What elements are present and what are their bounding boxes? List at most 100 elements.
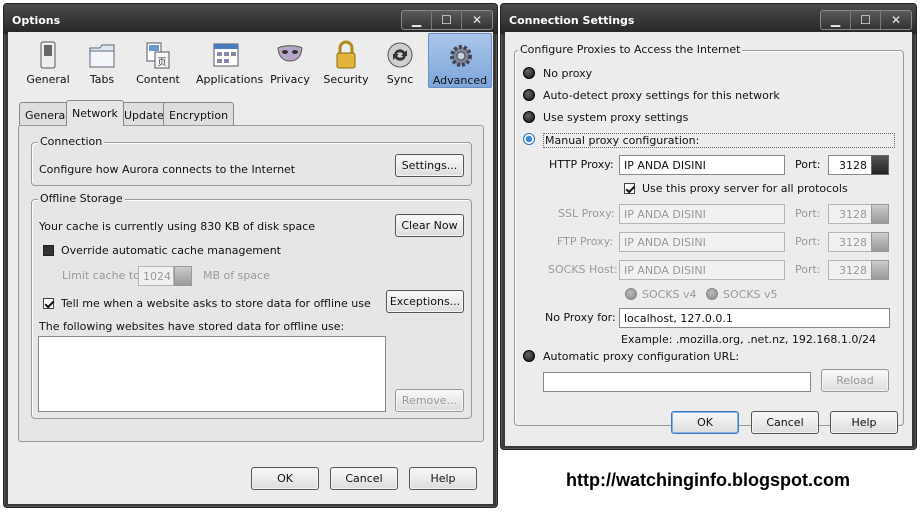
no-proxy-radio[interactable]: [523, 67, 535, 79]
switch-icon: [40, 41, 56, 69]
ssl-proxy-label: SSL Proxy:: [558, 207, 615, 220]
tell-me-checkbox[interactable]: [43, 298, 54, 309]
connection-text: Configure how Aurora connects to the Int…: [39, 163, 296, 176]
conn-ok-button[interactable]: OK: [671, 411, 739, 434]
manual-proxy-radio[interactable]: [523, 133, 535, 145]
override-cache-checkbox[interactable]: [43, 245, 54, 256]
exceptions-button[interactable]: Exceptions...: [386, 290, 464, 313]
socks-port-field[interactable]: 3128: [828, 260, 872, 280]
socks-host-label: SOCKS Host:: [548, 263, 618, 276]
options-window: Options ▁ ☐ ✕ General Tabs 页 Content App…: [3, 3, 498, 508]
auto-config-url-label: Automatic proxy configuration URL:: [543, 350, 740, 363]
cache-limit-field[interactable]: 1024: [138, 266, 174, 286]
ssl-port-label: Port:: [795, 207, 821, 220]
offline-storage-group: Offline Storage Your cache is currently …: [31, 192, 472, 419]
options-cancel-button[interactable]: Cancel: [330, 467, 398, 490]
folder-tabs-icon: [89, 44, 115, 68]
cache-usage-text: Your cache is currently using 830 KB of …: [39, 220, 316, 233]
category-tabs[interactable]: Tabs: [72, 38, 132, 88]
maximize-button[interactable]: ☐: [851, 11, 881, 29]
socks-v5-radio[interactable]: [706, 288, 718, 300]
tab-encryption[interactable]: Encryption: [163, 102, 235, 126]
no-proxy-for-field[interactable]: localhost, 127.0.0.1: [619, 308, 890, 328]
clear-now-button[interactable]: Clear Now: [395, 214, 464, 237]
window-controls: ▁ ☐ ✕: [401, 10, 493, 30]
http-port-spinner[interactable]: [871, 155, 889, 175]
http-proxy-field[interactable]: IP ANDA DISINI: [619, 155, 785, 175]
category-label: Applications: [196, 73, 264, 86]
category-sync[interactable]: Sync: [370, 38, 430, 88]
category-security[interactable]: Security: [316, 38, 376, 88]
padlock-icon: [336, 40, 356, 69]
conn-help-button[interactable]: Help: [830, 411, 898, 434]
category-privacy[interactable]: Privacy: [260, 38, 320, 88]
reload-button[interactable]: Reload: [821, 369, 889, 392]
options-help-button[interactable]: Help: [409, 467, 477, 490]
no-proxy-label: No proxy: [543, 67, 593, 80]
offline-websites-list[interactable]: [38, 336, 386, 412]
http-port-field[interactable]: 3128: [828, 155, 872, 175]
category-content[interactable]: 页 Content: [128, 38, 188, 88]
auto-config-url-radio[interactable]: [523, 350, 535, 362]
no-proxy-for-label: No Proxy for:: [545, 311, 616, 324]
websites-label: The following websites have stored data …: [39, 320, 345, 333]
offline-legend: Offline Storage: [38, 192, 125, 205]
connection-legend: Connection: [38, 135, 105, 148]
maximize-button[interactable]: ☐: [432, 11, 462, 29]
system-proxy-radio[interactable]: [523, 111, 535, 123]
conn-cancel-button[interactable]: Cancel: [751, 411, 819, 434]
connection-settings-window: Connection Settings ▁ ☐ ✕ Configure Prox…: [500, 3, 917, 450]
auto-config-url-field[interactable]: [543, 372, 811, 392]
override-cache-label: Override automatic cache management: [61, 244, 281, 257]
socks-host-field[interactable]: IP ANDA DISINI: [619, 260, 785, 280]
socks-v4-radio[interactable]: [625, 288, 637, 300]
category-advanced[interactable]: Advanced: [428, 33, 492, 88]
sync-icon: [387, 42, 413, 68]
ftp-proxy-label: FTP Proxy:: [557, 235, 614, 248]
category-general[interactable]: General: [18, 38, 78, 88]
ssl-proxy-field[interactable]: IP ANDA DISINI: [619, 204, 785, 224]
minimize-button[interactable]: ▁: [821, 11, 851, 29]
connection-group: Connection Configure how Aurora connects…: [31, 135, 472, 186]
cache-limit-spinner[interactable]: [174, 266, 192, 286]
socks-v4-label: SOCKS v4: [642, 288, 697, 301]
tell-me-label: Tell me when a website asks to store dat…: [61, 297, 371, 310]
category-label: Security: [323, 73, 369, 86]
ssl-port-field[interactable]: 3128: [828, 204, 872, 224]
auto-detect-radio[interactable]: [523, 89, 535, 101]
socks-port-label: Port:: [795, 263, 821, 276]
http-proxy-label: HTTP Proxy:: [549, 158, 614, 171]
remove-button[interactable]: Remove...: [395, 389, 464, 412]
system-proxy-label: Use system proxy settings: [543, 111, 689, 124]
network-panel: Connection Configure how Aurora connects…: [18, 125, 484, 442]
settings-button[interactable]: Settings...: [395, 154, 464, 177]
category-label: Advanced: [432, 74, 488, 87]
proxy-legend: Configure Proxies to Access the Internet: [518, 43, 743, 56]
socks-port-spinner[interactable]: [871, 260, 889, 280]
ftp-port-spinner[interactable]: [871, 232, 889, 252]
same-proxy-checkbox[interactable]: [624, 183, 635, 194]
close-button[interactable]: ✕: [881, 11, 911, 29]
tab-network[interactable]: Network: [66, 100, 124, 126]
close-button[interactable]: ✕: [462, 11, 492, 29]
category-label: General: [26, 73, 70, 86]
options-ok-button[interactable]: OK: [251, 467, 319, 490]
window-title: Connection Settings: [509, 14, 635, 27]
ftp-proxy-field[interactable]: IP ANDA DISINI: [619, 232, 785, 252]
watermark-url: http://watchinginfo.blogspot.com: [566, 470, 850, 490]
no-proxy-example: Example: .mozilla.org, .net.nz, 192.168.…: [621, 333, 877, 346]
window-title: Options: [12, 14, 61, 27]
ftp-port-field[interactable]: 3128: [828, 232, 872, 252]
category-label: Sync: [386, 73, 414, 86]
minimize-button[interactable]: ▁: [402, 11, 432, 29]
ftp-port-label: Port:: [795, 235, 821, 248]
ssl-port-spinner[interactable]: [871, 204, 889, 224]
category-label: Privacy: [270, 73, 310, 86]
applications-icon: [213, 43, 239, 67]
content-icon: 页: [146, 42, 170, 69]
manual-proxy-label: Manual proxy configuration:: [543, 133, 896, 148]
category-applications[interactable]: Applications: [196, 38, 264, 88]
category-label: Content: [136, 73, 180, 86]
mask-icon: [277, 45, 303, 62]
http-port-label: Port:: [795, 158, 821, 171]
